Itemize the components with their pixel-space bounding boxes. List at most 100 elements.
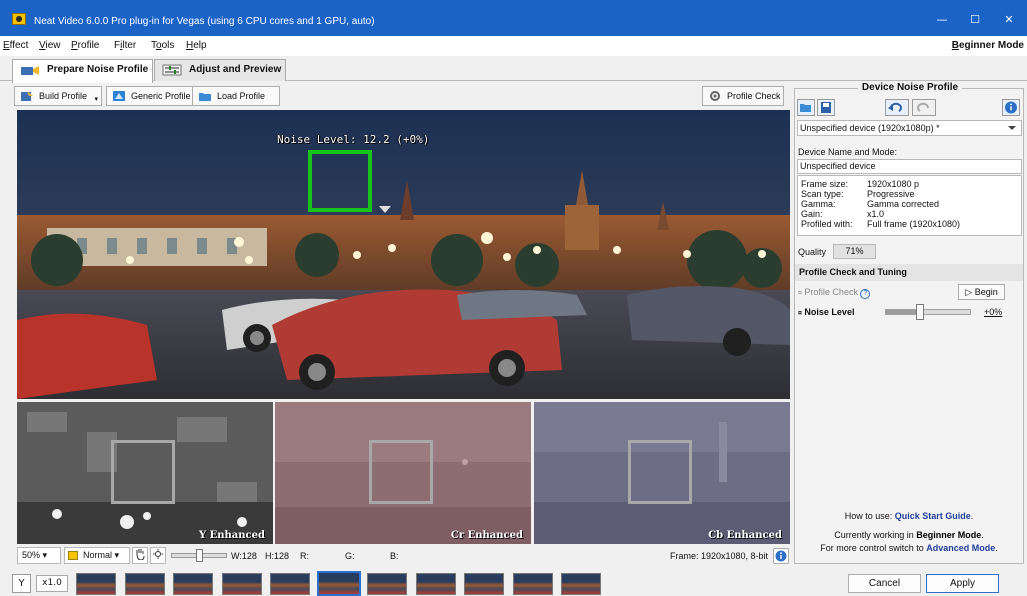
blend-mode-select[interactable]: Normal ▾ — [64, 547, 130, 564]
cr-channel-view[interactable]: Cr Enhanced — [275, 402, 531, 544]
save-profile-button[interactable] — [817, 99, 835, 116]
device-select[interactable]: Unspecified device (1920x1080p) * — [797, 120, 1022, 136]
tab-adjust-and-preview[interactable]: Adjust and Preview — [154, 59, 286, 81]
filmstrip-thumbnail[interactable] — [561, 573, 601, 595]
frame-filmstrip: Y x1.0 — [0, 569, 792, 596]
quality-value: 71% — [833, 244, 876, 259]
folder-open-icon — [800, 104, 811, 112]
noise-level-thumb[interactable] — [915, 304, 924, 320]
filmstrip-thumbnail[interactable] — [173, 573, 213, 595]
green-readout: G: — [345, 551, 355, 561]
filmstrip-thumbnail[interactable] — [367, 573, 407, 595]
info-icon — [1005, 101, 1017, 114]
menu-tools[interactable]: Tools — [151, 40, 174, 51]
sample-width: W:128 — [231, 551, 257, 561]
brightness-slider-thumb[interactable] — [196, 549, 203, 562]
build-profile-button[interactable]: Build Profile ▾ — [14, 86, 102, 106]
cb-channel-view[interactable]: Cb Enhanced — [534, 402, 790, 544]
close-button[interactable]: ✕ — [989, 0, 1027, 36]
prop-scan-type: Scan type: Progressive — [801, 189, 915, 199]
profile-check-button[interactable]: Profile Check — [702, 86, 784, 106]
filmstrip-thumbnail[interactable] — [512, 573, 553, 595]
playback-speed-select[interactable]: x1.0 — [36, 575, 68, 592]
tab-prepare-noise-profile[interactable]: Prepare Noise Profile — [12, 59, 153, 83]
info-button[interactable] — [773, 548, 789, 564]
undo-button[interactable] — [885, 99, 909, 116]
prop-frame-size: Frame size: 1920x1080 p — [801, 179, 920, 189]
quality-label: Quality — [798, 247, 827, 257]
menu-bar: Effect View Profile Filter Tools Help Be… — [0, 36, 1027, 56]
hand-tool-button[interactable] — [132, 547, 148, 564]
window-title: Neat Video 6.0.0 Pro plug-in for Vegas (… — [34, 16, 375, 27]
chevron-down-icon: ▾ — [94, 96, 98, 103]
sun-icon — [153, 549, 163, 559]
profile-check-tuning-header: Profile Check and Tuning — [795, 264, 1023, 281]
device-name-field[interactable]: Unspecified device — [797, 159, 1022, 174]
help-current-mode: Currently working in Beginner Mode. — [834, 530, 984, 540]
device-name-label: Device Name and Mode: — [798, 147, 898, 157]
menu-effect[interactable]: Effect — [3, 40, 28, 51]
gear-icon — [710, 91, 720, 101]
filmstrip-thumbnail[interactable] — [76, 573, 116, 595]
folder-icon — [199, 93, 211, 101]
y-channel-view[interactable]: Y Enhanced — [17, 402, 273, 544]
brightness-slider[interactable] — [171, 549, 227, 562]
filmstrip-thumbnail[interactable] — [316, 571, 361, 596]
apply-button[interactable]: Apply — [926, 574, 999, 593]
frame-info: Frame: 1920x1080, 8-bit — [670, 551, 769, 561]
profile-info-button[interactable] — [1002, 99, 1020, 116]
generic-profile-icon — [113, 91, 125, 101]
noise-sample-area[interactable] — [308, 150, 372, 212]
info-icon — [775, 550, 787, 562]
help-advanced-mode: For more control switch to Advanced Mode… — [820, 543, 998, 553]
title-bar: Neat Video 6.0.0 Pro plug-in for Vegas (… — [0, 0, 1027, 36]
cancel-button[interactable]: Cancel — [848, 574, 921, 593]
tab-bar: Prepare Noise Profile Adjust and Preview — [0, 56, 1027, 83]
open-profile-button[interactable] — [797, 99, 815, 116]
cr-sample-box — [369, 440, 433, 504]
preview-image[interactable] — [17, 110, 790, 399]
y-channel-button[interactable]: Y — [12, 574, 31, 593]
cb-view-label: Cb Enhanced — [708, 530, 782, 541]
tab-label: Adjust and Preview — [189, 64, 282, 75]
night-city-scene — [17, 110, 790, 399]
red-readout: R: — [300, 551, 309, 561]
noise-level-value: +0% — [984, 307, 1003, 317]
prop-profiled-with: Profiled with: Full frame (1920x1080) — [801, 219, 961, 229]
help-quick-start: How to use: Quick Start Guide. — [844, 511, 974, 521]
load-profile-button[interactable]: Load Profile — [192, 86, 280, 106]
filmstrip-thumbnail[interactable] — [124, 573, 165, 595]
quick-start-guide-link[interactable]: Quick Start Guide — [895, 511, 971, 521]
filmstrip-thumbnail[interactable] — [221, 573, 262, 595]
app-icon — [12, 13, 26, 25]
filmstrip-thumbnail[interactable] — [464, 573, 504, 595]
advanced-mode-link[interactable]: Advanced Mode — [926, 543, 995, 553]
menu-view[interactable]: View — [39, 40, 61, 51]
filmstrip-thumbnail[interactable] — [415, 573, 456, 595]
menu-profile[interactable]: Profile — [71, 40, 99, 51]
camera-icon — [21, 66, 39, 75]
hand-icon — [136, 549, 145, 561]
noise-level-fill — [886, 310, 920, 314]
filmstrip-thumbnail[interactable] — [270, 573, 310, 595]
begin-button[interactable]: ▷ Begin — [958, 284, 1005, 300]
mode-menu[interactable]: Beginner Mode — [952, 40, 1024, 51]
menu-filter[interactable]: Filter — [114, 40, 136, 51]
device-noise-profile-panel: Device Noise Profile Unspecified device … — [794, 82, 1024, 564]
help-icon[interactable]: ? — [860, 289, 871, 299]
blue-readout: B: — [390, 551, 399, 561]
redo-button[interactable] — [912, 99, 936, 116]
sample-height: H:128 — [265, 551, 290, 561]
floppy-icon — [821, 102, 831, 113]
chevron-down-icon — [1008, 126, 1016, 130]
brightness-button[interactable] — [150, 547, 166, 564]
profile-check-label: ¤ Profile Check ? — [798, 287, 871, 299]
sliders-icon — [162, 64, 182, 76]
generic-profile-button[interactable]: Generic Profile — [106, 86, 202, 106]
menu-help[interactable]: Help — [186, 40, 207, 51]
noise-level-slider[interactable] — [885, 304, 971, 320]
zoom-select[interactable]: 50% ▾ — [17, 547, 61, 564]
area-resize-handle[interactable] — [379, 206, 391, 213]
profile-toolbar: Build Profile ▾ Generic Profile Load Pro… — [14, 86, 792, 108]
cr-view-label: Cr Enhanced — [450, 530, 523, 541]
